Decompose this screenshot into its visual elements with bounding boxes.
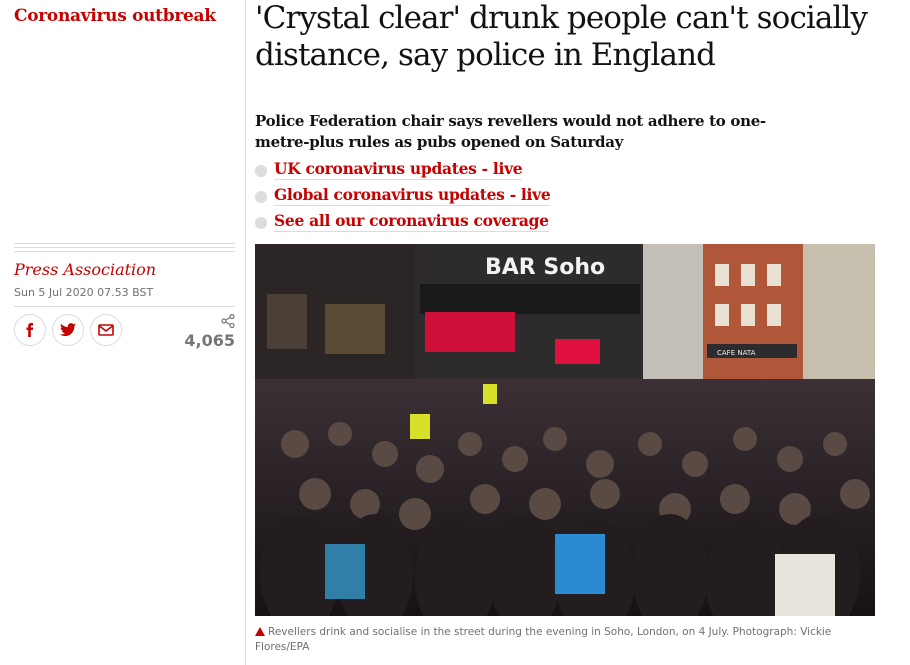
related-link-item: Global coronavirus updates - live <box>255 184 855 210</box>
headline: 'Crystal clear' drunk people can't socia… <box>255 0 868 73</box>
caption-triangle-icon <box>255 627 265 636</box>
byline[interactable]: Press Association <box>14 260 156 279</box>
column-divider <box>245 0 246 665</box>
coverage-link[interactable]: See all our coronavirus coverage <box>274 210 549 232</box>
global-live-link[interactable]: Global coronavirus updates - live <box>274 184 551 206</box>
share-count: 4,065 <box>184 331 235 350</box>
related-link-item: UK coronavirus updates - live <box>255 158 855 184</box>
related-links: UK coronavirus updates - live Global cor… <box>255 158 855 236</box>
standfirst: Police Federation chair says revellers w… <box>255 112 766 151</box>
date-divider <box>14 306 235 307</box>
twitter-icon <box>60 323 76 336</box>
uk-live-link[interactable]: UK coronavirus updates - live <box>274 158 523 180</box>
facebook-share-button[interactable] <box>14 314 46 346</box>
shop-sign-text: CAFE NATA <box>717 349 756 357</box>
facebook-icon <box>26 323 34 337</box>
bar-sign-text: BAR Soho <box>485 255 605 280</box>
share-count-icon <box>221 314 235 328</box>
bullet-dot <box>255 165 267 177</box>
article-meta-column: Coronavirus outbreak Press Association S… <box>14 0 235 665</box>
caption-text: Revellers drink and socialise in the str… <box>255 626 832 653</box>
email-share-button[interactable] <box>90 314 122 346</box>
bullet-dot <box>255 191 267 203</box>
bullet-dot <box>255 217 267 229</box>
meta-divider <box>14 243 235 255</box>
email-icon <box>98 324 114 336</box>
twitter-share-button[interactable] <box>52 314 84 346</box>
main-photo[interactable]: CAFE NATA BAR Soho <box>255 244 875 616</box>
related-link-item: See all our coronavirus coverage <box>255 210 855 236</box>
photo-caption: Revellers drink and socialise in the str… <box>255 625 875 655</box>
share-row: 4,065 <box>14 314 235 350</box>
section-label[interactable]: Coronavirus outbreak <box>14 6 216 26</box>
crowd-street-photo: CAFE NATA BAR Soho <box>255 244 875 616</box>
publish-date: Sun 5 Jul 2020 07.53 BST <box>14 286 154 299</box>
